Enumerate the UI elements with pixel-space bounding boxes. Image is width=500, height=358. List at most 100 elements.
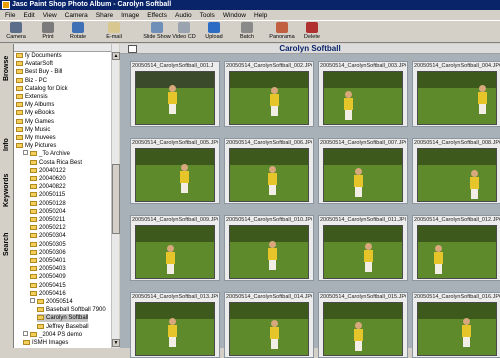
tree-item[interactable]: 20050403 (30, 265, 66, 273)
expand-toggle-icon[interactable] (23, 330, 28, 336)
tree-item-label: Catalog for Dick (25, 85, 68, 92)
tree-item-label: 20050211 (39, 217, 66, 223)
upload-button[interactable]: Upload (200, 22, 228, 42)
tree-item[interactable]: _To Archive (23, 150, 70, 158)
menu-image[interactable]: Image (121, 12, 139, 19)
photo-thumbnail[interactable]: 20050514_CarolynSoftball_012.JPG (412, 215, 500, 281)
tree-item[interactable]: Best Buy - Bill (16, 68, 62, 76)
side-tab-info[interactable]: Info (1, 132, 13, 158)
tree-item[interactable]: My Music (16, 126, 50, 134)
e-mail-button[interactable]: E-mail (100, 22, 128, 42)
photo-background (136, 72, 214, 88)
photo-thumbnail[interactable]: 20050514_CarolynSoftball_009.JPG (130, 215, 220, 281)
menu-audio[interactable]: Audio (175, 12, 192, 19)
tree-item[interactable]: 20040822 (30, 183, 66, 191)
tree-item[interactable]: fy Documents (16, 52, 62, 60)
menu-window[interactable]: Window (223, 12, 246, 19)
tree-item[interactable]: 20040122 (30, 167, 66, 175)
tree-item[interactable]: Costa Rica Best (30, 159, 82, 167)
photo-thumbnail[interactable]: 20050514_CarolynSoftball_015.JPG (318, 292, 408, 358)
scroll-thumb[interactable] (112, 164, 120, 234)
photo-thumbnail[interactable]: 20050514_CarolynSoftball_011.JPG (318, 215, 408, 281)
menu-file[interactable]: File (5, 12, 15, 19)
tree-item[interactable]: 20050128 (30, 200, 66, 208)
menu-view[interactable]: View (43, 12, 57, 19)
tree-scrollbar[interactable]: ▲ ▼ (111, 44, 120, 348)
tree-item[interactable]: 20050212 (30, 224, 66, 232)
tree-item-selected[interactable]: Carolyn Softball (37, 314, 89, 323)
thumbnail-pane: Carolyn Softball 20050514_CarolynSoftbal… (120, 44, 500, 358)
menu-effects[interactable]: Effects (147, 12, 167, 19)
photo-thumbnail[interactable]: 20050514_CarolynSoftball_008.JPG (412, 138, 500, 204)
player-legs (365, 262, 372, 272)
photo-thumbnail[interactable]: 20050514_CarolynSoftball_014.JPG (224, 292, 314, 358)
video-cd-button[interactable]: Video CD (170, 22, 198, 42)
tree-item[interactable]: Catalog for Dick (16, 85, 68, 93)
tree-item[interactable]: 20050409 (30, 273, 66, 281)
photo-background (230, 149, 308, 165)
photo-thumbnail[interactable]: 20050514_CarolynSoftball_002.JPG (224, 61, 314, 127)
tree-item[interactable]: 20050115 (30, 191, 65, 199)
tree-item[interactable]: Extensis (16, 93, 48, 101)
tree-item[interactable]: 20050401 (30, 257, 66, 265)
tree-item[interactable]: 20050204 (30, 208, 66, 216)
side-tab-keywords[interactable]: Keywords (1, 162, 13, 218)
tree-item[interactable]: 20050305 (30, 241, 66, 249)
player-head (269, 241, 276, 248)
print-button[interactable]: Print (34, 22, 62, 42)
side-tab-browse[interactable]: Browse (1, 46, 13, 90)
photo-background (230, 226, 308, 242)
tree-item[interactable]: My Games (16, 118, 54, 126)
photo-thumbnail[interactable]: 20050514_CarolynSoftball_010.JPG (224, 215, 314, 281)
tree-item[interactable]: Jeffrey Baseball (37, 323, 89, 331)
photo-thumbnail[interactable]: 20050514_CarolynSoftball_001.J (130, 61, 220, 127)
photo-thumbnail[interactable]: 20050514_CarolynSoftball_006.JPG (224, 138, 314, 204)
side-tab-bar: Browse Info Keywords Search (0, 44, 14, 348)
tree-item[interactable]: 20050416 (30, 290, 66, 298)
photo-thumbnail[interactable]: 20050514_CarolynSoftball_007.JPG (318, 138, 408, 204)
menu-share[interactable]: Share (96, 12, 113, 19)
camera-button[interactable]: Camera (2, 22, 30, 42)
folder-icon (16, 126, 23, 132)
folder-icon (16, 102, 23, 108)
tree-item[interactable]: _2004 PS demo (23, 330, 82, 339)
delete-button[interactable]: Delete (298, 22, 326, 42)
photo-thumbnail[interactable]: 20050514_CarolynSoftball_005.JPG (130, 138, 220, 204)
tree-item[interactable]: 20050514 (30, 298, 73, 306)
tree-item[interactable]: ISMH Images (23, 339, 68, 347)
tree-item[interactable]: My Pictures (16, 142, 56, 150)
tree-item[interactable]: AvatarSoft (16, 60, 53, 68)
folder-tree[interactable]: fy Documents AvatarSoft Best Buy - Bill Biz… (14, 52, 119, 348)
scroll-down-arrow[interactable]: ▼ (112, 339, 120, 347)
photo-thumbnail[interactable]: 20050514_CarolynSoftball_003.JPG (318, 61, 408, 127)
expand-toggle-icon[interactable] (23, 150, 28, 156)
batch-button[interactable]: Batch (233, 22, 261, 42)
tree-item[interactable]: Biz - PC (16, 77, 47, 85)
tree-item[interactable]: My muvees (16, 134, 56, 142)
menu-camera[interactable]: Camera (65, 12, 88, 19)
window-title: Jasc Paint Shop Photo Album - Carolyn So… (12, 1, 172, 8)
tree-item[interactable]: My eBooks (16, 109, 55, 117)
photo-thumbnail[interactable]: 20050514_CarolynSoftball_016.JPG (412, 292, 500, 358)
tree-item[interactable]: 20050306 (30, 249, 66, 257)
scroll-up-arrow[interactable]: ▲ (112, 52, 120, 60)
tree-item[interactable]: 20050415 (30, 282, 66, 290)
toolbar-label: Panorama (269, 34, 295, 40)
menu-edit[interactable]: Edit (23, 12, 34, 19)
tree-item[interactable]: 20050304 (30, 232, 66, 240)
menu-help[interactable]: Help (254, 12, 267, 19)
panorama-button[interactable]: Panorama (268, 22, 296, 42)
tree-item[interactable]: My Albums (16, 101, 54, 109)
tree-item-label: 20050415 (39, 282, 66, 289)
tree-item[interactable]: Baseball Softball 7900 (37, 306, 106, 314)
photo-thumbnail[interactable]: 20050514_CarolynSoftball_013.JPG (130, 292, 220, 358)
menu-tools[interactable]: Tools (200, 12, 215, 19)
photo-thumbnail[interactable]: 20050514_CarolynSoftball_004.JPG (412, 61, 500, 127)
folder-icon (16, 77, 23, 83)
slide-show-button[interactable]: Slide Show (143, 22, 171, 42)
expand-toggle-icon[interactable] (30, 298, 35, 303)
tree-item[interactable]: 20050211 (30, 216, 65, 224)
side-tab-search[interactable]: Search (1, 222, 13, 266)
rotate-button[interactable]: Rotate (64, 22, 92, 42)
tree-item[interactable]: 20040620 (30, 175, 66, 183)
